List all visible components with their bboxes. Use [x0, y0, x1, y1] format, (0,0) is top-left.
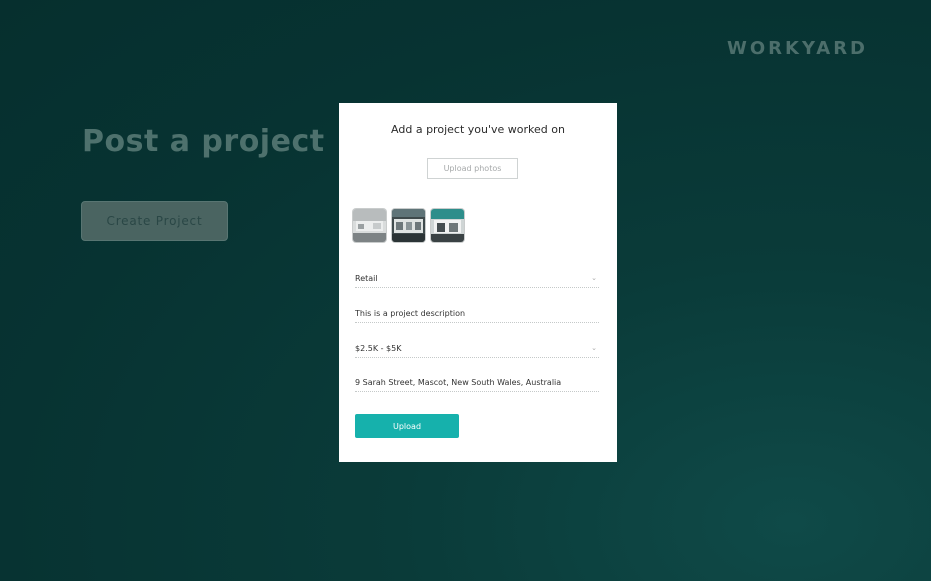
chevron-down-icon: ⌄ — [591, 274, 597, 282]
address-field[interactable]: 9 Sarah Street, Mascot, New South Wales,… — [355, 376, 599, 392]
upload-photos-button[interactable]: Upload photos — [427, 158, 518, 179]
description-value: This is a project description — [355, 309, 466, 318]
photo-thumbnails — [353, 209, 464, 242]
chevron-down-icon: ⌄ — [591, 344, 597, 352]
add-project-modal: Add a project you've worked on Upload ph… — [339, 103, 617, 462]
description-field[interactable]: This is a project description — [355, 307, 599, 323]
modal-title: Add a project you've worked on — [391, 123, 565, 136]
category-select[interactable]: Retail ⌄ — [355, 272, 599, 288]
page-title: Post a project — [82, 124, 325, 159]
photo-thumbnail-3[interactable] — [431, 209, 464, 242]
photo-thumbnail-2[interactable] — [392, 209, 425, 242]
page-backdrop[interactable]: WORKYARD Post a project Create Project A… — [0, 0, 931, 581]
upload-button[interactable]: Upload — [355, 414, 459, 438]
budget-value: $2.5K - $5K — [355, 344, 402, 353]
category-value: Retail — [355, 274, 378, 283]
workyard-logo: WORKYARD — [726, 38, 868, 59]
photo-thumbnail-1[interactable] — [353, 209, 386, 242]
create-project-button[interactable]: Create Project — [81, 201, 228, 241]
budget-select[interactable]: $2.5K - $5K ⌄ — [355, 342, 599, 358]
address-value: 9 Sarah Street, Mascot, New South Wales,… — [355, 378, 562, 387]
